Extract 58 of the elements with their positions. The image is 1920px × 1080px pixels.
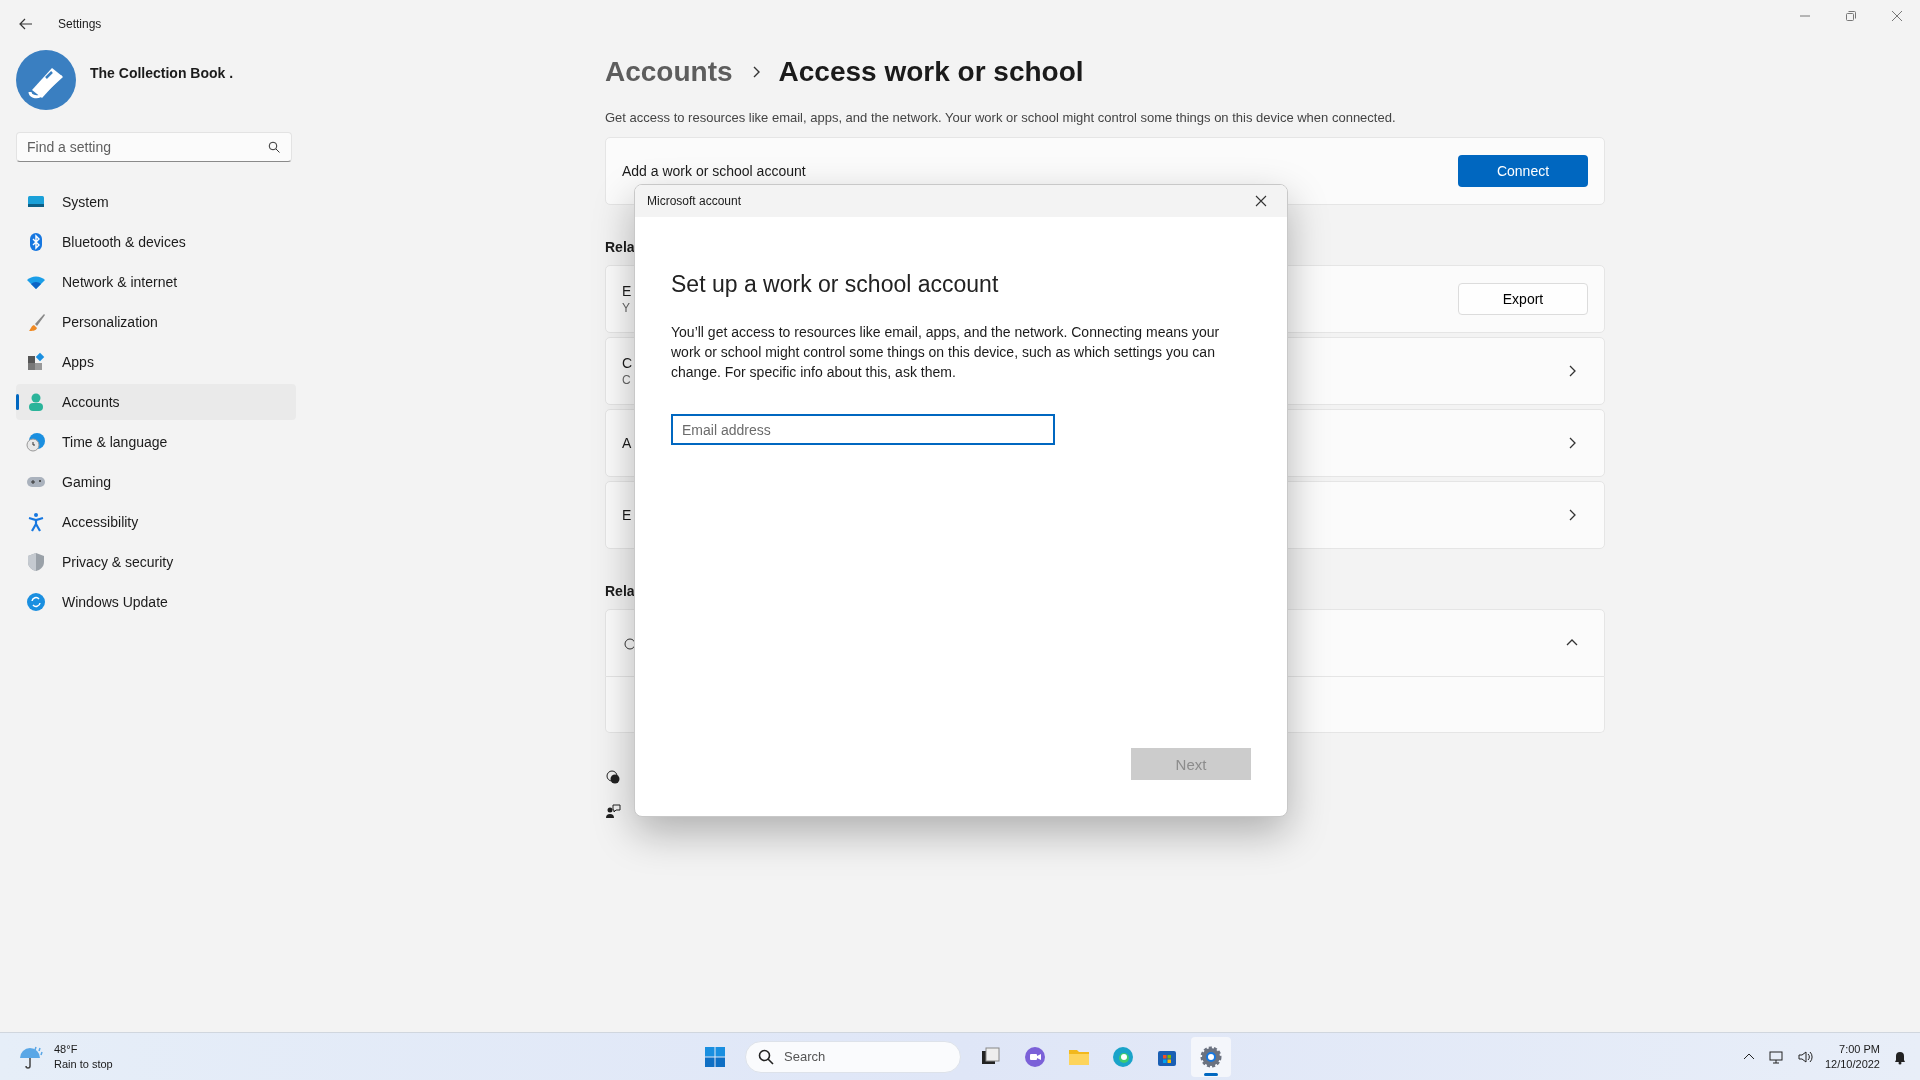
sidebar-item[interactable]: Accessibility xyxy=(16,504,296,540)
sidebar-item[interactable]: Privacy & security xyxy=(16,544,296,580)
close-icon xyxy=(1255,195,1267,207)
card-label: Add a work or school account xyxy=(622,163,806,179)
monitor-icon[interactable] xyxy=(1768,1048,1785,1065)
time-icon xyxy=(26,432,46,452)
card-title: C xyxy=(622,355,633,371)
temperature: 48°F xyxy=(54,1041,79,1057)
chat-icon xyxy=(1023,1044,1047,1069)
export-button[interactable]: Export xyxy=(1458,283,1588,315)
sidebar-item[interactable]: Personalization xyxy=(16,304,296,340)
search-field[interactable]: Find a setting xyxy=(16,132,292,162)
card-title: E xyxy=(622,283,632,299)
edge-icon xyxy=(1111,1044,1135,1069)
back-arrow-icon[interactable] xyxy=(18,16,34,32)
profile-name: The Collection Book . xyxy=(90,65,234,81)
card-title: A xyxy=(622,435,632,451)
sidebar-item[interactable]: Windows Update xyxy=(16,584,296,620)
card-subtitle: Y xyxy=(622,301,631,315)
clock[interactable]: 7:00 PM 12/10/2022 xyxy=(1824,1041,1880,1072)
sidebar-item[interactable]: Accounts xyxy=(16,384,296,420)
card-title: E xyxy=(622,507,632,523)
search-icon xyxy=(268,141,280,153)
clock-date: 12/10/2022 xyxy=(1824,1056,1880,1072)
brush-icon xyxy=(26,312,46,332)
close-icon xyxy=(1892,11,1902,21)
apps-icon xyxy=(26,352,46,372)
breadcrumb-link[interactable]: Accounts xyxy=(605,56,733,88)
accessibility-icon xyxy=(26,512,46,532)
section-heading: Rela xyxy=(605,239,636,255)
sidebar-item[interactable]: Gaming xyxy=(16,464,296,500)
volume-icon[interactable] xyxy=(1796,1048,1813,1065)
clock-time: 7:00 PM xyxy=(1839,1041,1880,1057)
sidebar-item[interactable]: Time & language xyxy=(16,424,296,460)
email-field[interactable]: Email address xyxy=(671,414,1055,445)
privacy-icon xyxy=(26,552,46,572)
weather-condition: Rain to stop xyxy=(54,1056,113,1072)
sidebar-item[interactable]: Network & internet xyxy=(16,264,296,300)
windows-logo-icon xyxy=(703,1044,727,1069)
sidebar-item[interactable]: Bluetooth & devices xyxy=(16,224,296,260)
settings-icon xyxy=(1199,1044,1223,1069)
dialog-title: Microsoft account xyxy=(647,194,742,208)
window-title: Settings xyxy=(58,17,102,31)
section-heading: Rela xyxy=(605,583,636,599)
dialog-heading: Set up a work or school account xyxy=(671,271,1000,298)
accounts-icon xyxy=(26,392,46,412)
sidebar-item[interactable]: System xyxy=(16,184,296,220)
taskbar-search[interactable]: Search xyxy=(745,1040,961,1073)
dialog-text: You’ll get access to resources like email, apps, and the network. Connecting means your work or school might control some things on this device, such as which settings you can change. For specific info about this, ask them. xyxy=(671,323,1221,382)
restore-icon xyxy=(1846,11,1856,21)
search-icon xyxy=(758,1048,774,1065)
page-description: Get access to resources like email, apps, and the network. Your work or school might control some things on this device when connected. xyxy=(605,110,1397,125)
card-subtitle: C xyxy=(622,373,632,387)
update-icon xyxy=(26,592,46,612)
page-title: Access work or school xyxy=(778,56,1084,88)
connect-button[interactable]: Connect xyxy=(1458,155,1588,187)
feedback-icon[interactable] xyxy=(605,803,621,819)
sidebar-item[interactable]: Apps xyxy=(16,344,296,380)
